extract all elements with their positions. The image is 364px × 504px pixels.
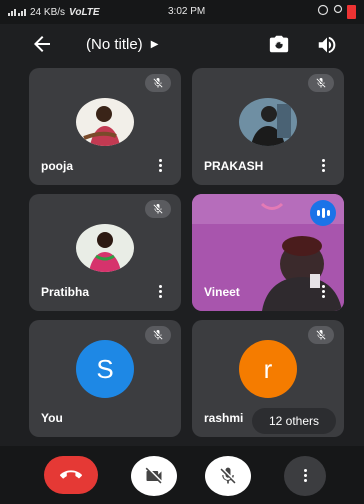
status-time: 3:02 PM (168, 6, 206, 17)
more-vert-icon[interactable] (157, 159, 163, 173)
participant-tile-pooja[interactable]: pooja (29, 68, 181, 185)
mic-off-icon (220, 467, 236, 484)
participant-name: Pratibha (41, 285, 90, 299)
more-vert-icon[interactable] (157, 285, 163, 299)
network-speed: 24 KB/s (30, 6, 66, 18)
participant-name: PRAKASH (204, 159, 264, 173)
participant-name: pooja (41, 159, 73, 173)
participant-name: rashmi (204, 411, 244, 425)
switch-camera-icon[interactable] (268, 33, 290, 55)
arrow-left-icon[interactable] (30, 32, 54, 56)
participant-name: You (41, 411, 63, 425)
status-right (317, 4, 356, 19)
avatar: S (76, 340, 134, 398)
camera-toggle-button[interactable] (131, 456, 177, 496)
avatar (76, 224, 134, 272)
mic-off-icon (145, 74, 171, 92)
participant-tile-vineet[interactable]: Vineet (192, 194, 344, 311)
meeting-title[interactable]: (No title) ▶ (86, 36, 158, 53)
more-vert-icon (303, 468, 307, 484)
mic-toggle-button[interactable] (205, 456, 251, 496)
camera-off-icon (145, 467, 162, 484)
call-header: (No title) ▶ (0, 24, 364, 66)
more-options-button[interactable] (284, 456, 326, 496)
meeting-title-text: (No title) (86, 36, 143, 53)
more-vert-icon[interactable] (320, 159, 326, 173)
status-left: 24 KB/s VoLTE (8, 6, 148, 19)
mic-off-icon (308, 74, 334, 92)
avatar (76, 98, 134, 146)
participant-tile-pratibha[interactable]: Pratibha (29, 194, 181, 311)
speaker-icon[interactable] (316, 34, 338, 56)
avatar (239, 98, 297, 146)
participant-name: Vineet (204, 285, 240, 299)
chevron-right-icon: ▶ (150, 39, 159, 50)
alarm-icon (317, 4, 329, 19)
avatar: r (239, 340, 297, 398)
location-icon (333, 4, 343, 19)
more-vert-icon[interactable] (320, 285, 326, 299)
battery-icon (347, 4, 356, 19)
status-bar: 24 KB/s VoLTE 3:02 PM (0, 0, 364, 24)
speaking-indicator-icon (310, 200, 336, 226)
call-controls (0, 446, 364, 504)
others-count-button[interactable]: 12 others (252, 408, 336, 434)
call-end-icon (60, 470, 82, 479)
mic-off-icon (145, 326, 171, 344)
end-call-button[interactable] (44, 456, 98, 494)
mic-off-icon (308, 326, 334, 344)
mic-off-icon (145, 200, 171, 218)
signal-icon (8, 6, 26, 19)
participant-tile-you[interactable]: S You (29, 320, 181, 437)
volte-label: VoLTE (69, 6, 100, 18)
participant-tile-prakash[interactable]: PRAKASH (192, 68, 344, 185)
